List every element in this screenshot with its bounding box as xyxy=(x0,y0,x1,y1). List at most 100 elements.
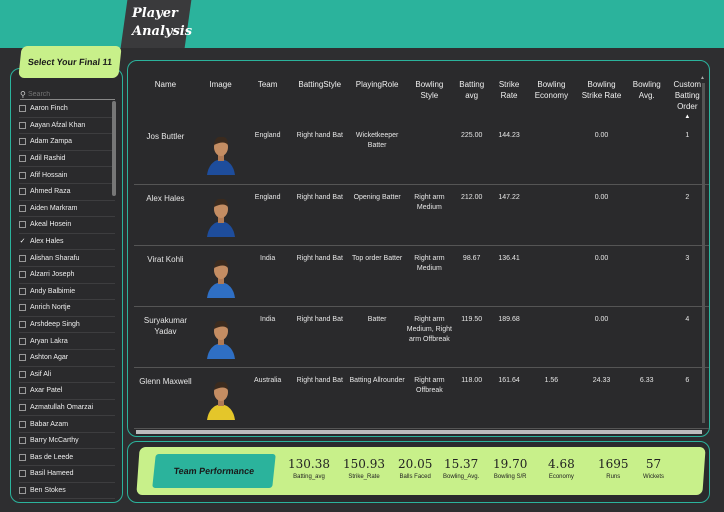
select-final-11-button[interactable]: Select Your Final 11 xyxy=(18,46,122,78)
checkbox[interactable] xyxy=(19,171,26,179)
table-cell: 24.33 xyxy=(575,367,628,429)
table-cell: England xyxy=(244,123,292,185)
checkbox[interactable] xyxy=(19,121,26,129)
slicer-item[interactable]: Ashton Agar xyxy=(19,350,115,367)
slicer-item[interactable]: Alishan Sharafu xyxy=(19,250,115,267)
table-cell xyxy=(196,367,245,429)
slicer-item[interactable]: Barry McCarthy xyxy=(19,433,115,450)
slicer-item[interactable]: Azmatullah Omarzai xyxy=(19,400,115,417)
slicer-item[interactable]: Asif Ali xyxy=(19,367,115,384)
checkbox[interactable] xyxy=(19,287,26,295)
checkbox[interactable] xyxy=(19,453,26,461)
slicer-scrollbar[interactable] xyxy=(112,101,116,196)
slicer-item[interactable]: Aaron Finch xyxy=(19,101,115,118)
checkbox[interactable] xyxy=(19,420,26,428)
table-row[interactable]: Jos Buttler England Right hand Bat Wicketke… xyxy=(134,123,709,185)
column-header[interactable]: Name xyxy=(134,71,197,123)
kpi-label: Batting_avg xyxy=(293,474,325,480)
column-header[interactable]: Image xyxy=(197,71,244,123)
column-header[interactable]: Bowling Economy xyxy=(528,71,575,123)
search-input[interactable] xyxy=(28,90,108,98)
slicer-item[interactable]: Aayan Afzal Khan xyxy=(19,118,115,135)
slicer-item-label: Aiden Markram xyxy=(30,204,78,212)
column-header[interactable]: Bowling Strike Rate xyxy=(575,71,628,123)
slicer-item[interactable]: Afif Hossain xyxy=(19,167,115,184)
slicer-item-label: Andy Balbirnie xyxy=(30,287,76,295)
slicer-item[interactable]: Alzarri Joseph xyxy=(19,267,115,284)
column-header[interactable]: BattingStyle xyxy=(291,71,348,123)
checkbox[interactable] xyxy=(19,370,26,378)
kpi-card: 150.93 Strike_Rate xyxy=(343,457,385,480)
slicer-item[interactable]: Akeal Hosein xyxy=(19,217,115,234)
column-header-label: BattingStyle xyxy=(298,80,342,89)
checkbox[interactable] xyxy=(19,271,26,279)
checkbox[interactable] xyxy=(19,304,26,312)
slicer-item[interactable]: Aiden Markram xyxy=(19,201,115,218)
table-cell: 136.41 xyxy=(490,245,528,307)
table-cell: England xyxy=(244,184,292,246)
table-row[interactable]: Alex Hales England Right hand Bat Opening B… xyxy=(134,184,709,246)
slicer-item-label: Ashton Agar xyxy=(30,354,69,362)
kpi-value: 1695 xyxy=(598,457,629,471)
table-cell: Right arm Offbreak xyxy=(405,367,453,429)
slicer-item-label: Afif Hossain xyxy=(30,171,68,179)
slicer-item[interactable]: Andy Balbirnie xyxy=(19,284,115,301)
slicer-item[interactable]: Axar Patel xyxy=(19,383,115,400)
checkbox[interactable] xyxy=(19,254,26,262)
slicer-item-label: Aaron Finch xyxy=(30,105,68,113)
table-cell: Right hand Bat xyxy=(291,123,349,185)
kpi-card: 130.38 Batting_avg xyxy=(288,457,330,480)
slicer-item[interactable]: Babar Azam xyxy=(19,416,115,433)
slicer-item[interactable]: Basil Hameed xyxy=(19,466,115,483)
slicer-item[interactable]: Adam Zampa xyxy=(19,134,115,151)
slicer-item[interactable]: Aryan Lakra xyxy=(19,333,115,350)
table-row[interactable]: Glenn Maxwell Australia Right hand Bat Batt… xyxy=(134,367,709,429)
checkbox[interactable] xyxy=(19,221,26,229)
slicer-item[interactable]: ✓ Alex Hales xyxy=(19,234,115,251)
column-header[interactable]: Strike Rate xyxy=(490,71,527,123)
checkbox[interactable] xyxy=(19,403,26,411)
slicer-item-label: Adil Rashid xyxy=(30,155,66,163)
slicer-item[interactable]: Arshdeep Singh xyxy=(19,317,115,334)
table-cell xyxy=(196,245,245,307)
slicer-item[interactable]: Adil Rashid xyxy=(19,151,115,168)
column-header[interactable]: Batting avg xyxy=(453,71,491,123)
column-header[interactable]: Bowling Style xyxy=(406,71,453,123)
table-horizontal-scrollbar[interactable] xyxy=(136,430,702,434)
checkbox[interactable] xyxy=(19,321,26,329)
checkbox[interactable] xyxy=(19,204,26,212)
kpi-value: 57 xyxy=(645,457,662,471)
kpi-label: Runs xyxy=(606,474,621,480)
player-photo xyxy=(206,198,235,237)
checkbox[interactable] xyxy=(19,337,26,345)
column-header-label: Custom Batting Order xyxy=(673,80,702,111)
checkbox[interactable] xyxy=(19,188,26,196)
checkbox[interactable] xyxy=(19,354,26,362)
checked-checkbox[interactable]: ✓ xyxy=(19,238,26,245)
search-box[interactable]: ⚲ xyxy=(20,89,115,100)
checkbox[interactable] xyxy=(19,470,26,478)
checkbox[interactable] xyxy=(19,486,26,494)
slicer-item[interactable]: Ben Stokes xyxy=(19,483,115,500)
table-vertical-scrollbar[interactable] xyxy=(702,83,705,423)
table-row[interactable]: Suryakumar Yadav India Right hand Bat Batte… xyxy=(134,306,709,368)
column-header-label: PlayingRole xyxy=(355,80,399,89)
table-cell: 118.00 xyxy=(452,367,491,429)
table-cell: Batting Allrounder xyxy=(348,367,406,429)
column-header[interactable]: Team xyxy=(244,71,291,123)
column-header-label: Bowling Strike Rate xyxy=(581,80,622,100)
slicer-item[interactable]: Ahmed Raza xyxy=(19,184,115,201)
table-cell: Right hand Bat xyxy=(291,245,349,307)
checkbox[interactable] xyxy=(19,437,26,445)
checkbox[interactable] xyxy=(19,105,26,113)
checkbox[interactable] xyxy=(19,387,26,395)
slicer-item[interactable]: Anrich Nortje xyxy=(19,300,115,317)
slicer-item[interactable]: Bas de Leede xyxy=(19,449,115,467)
table-row[interactable]: Virat Kohli India Right hand Bat Top order … xyxy=(134,245,709,307)
player-table-panel: ▲ Name Image Team BattingStyle PlayingRole Bo… xyxy=(127,60,710,437)
kpi-label: Strike_Rate xyxy=(348,474,380,480)
checkbox[interactable] xyxy=(19,155,26,163)
column-header[interactable]: Bowling Avg. xyxy=(628,71,666,123)
checkbox[interactable] xyxy=(19,138,26,146)
column-header[interactable]: PlayingRole xyxy=(348,71,405,123)
